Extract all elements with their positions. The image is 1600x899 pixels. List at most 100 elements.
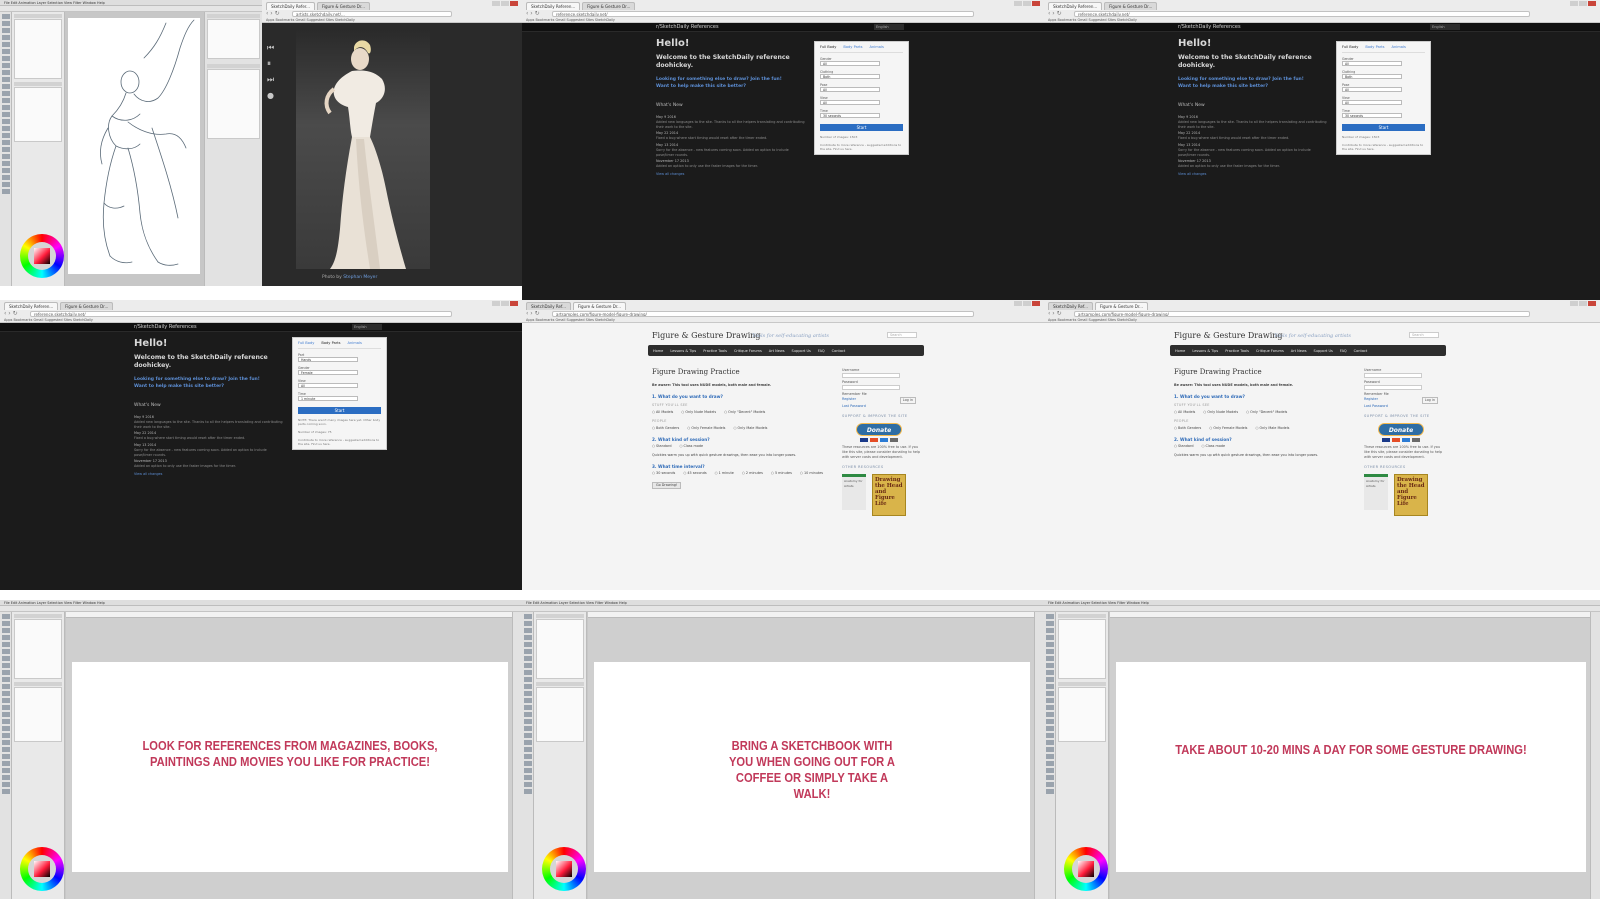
- radio-female[interactable]: Only Female Models: [687, 426, 725, 431]
- view-select[interactable]: All: [298, 383, 358, 388]
- nav-contact[interactable]: Contact: [1354, 349, 1368, 353]
- right-panel[interactable]: [1590, 612, 1600, 899]
- tip-canvas[interactable]: BRING A SKETCHBOOK WITH YOU WHEN GOING O…: [594, 662, 1030, 872]
- time-select[interactable]: 30 seconds: [820, 113, 880, 118]
- search-input[interactable]: Search: [887, 332, 917, 338]
- nav-support[interactable]: Support Us: [1314, 349, 1333, 353]
- browser-tab[interactable]: SketchDaily Ref...: [526, 302, 571, 310]
- tab-full-body[interactable]: Full Body: [298, 341, 314, 345]
- time-select[interactable]: 30 seconds: [1342, 113, 1402, 118]
- layer-panel[interactable]: [207, 69, 260, 139]
- nav-arrows-icon[interactable]: ‹ › ↻: [526, 11, 540, 17]
- nav-lessons[interactable]: Lessons & Tips: [1192, 349, 1218, 353]
- radio-all-models[interactable]: All Models: [1174, 410, 1195, 415]
- browser-tab[interactable]: Figure & Gesture Dr...: [1104, 2, 1158, 10]
- tool-properties[interactable]: [14, 87, 62, 142]
- address-bar[interactable]: artists.sketchdaily.net/...: [292, 11, 452, 17]
- help-link[interactable]: Want to help make this site better?: [656, 84, 746, 89]
- help-link[interactable]: Want to help make this site better?: [1178, 84, 1268, 89]
- radio-1m[interactable]: 1 minute: [715, 471, 734, 476]
- sketch-canvas[interactable]: [68, 18, 200, 274]
- tool-properties[interactable]: [536, 687, 584, 742]
- nav-arrows-icon[interactable]: ‹ › ↻: [526, 311, 540, 317]
- clothing-select[interactable]: Both: [820, 74, 880, 79]
- radio-45s[interactable]: 45 seconds: [683, 471, 706, 476]
- radio-class-mode[interactable]: Class mode: [1201, 444, 1226, 449]
- time-select[interactable]: 1 minute: [298, 396, 358, 401]
- nav-art-news[interactable]: Art News: [769, 349, 785, 353]
- radio-nude-models[interactable]: Only Nude Models: [681, 410, 716, 415]
- nav-faq[interactable]: FAQ: [1340, 349, 1347, 353]
- book-cover[interactable]: Drawing the Head and Figure Life: [1394, 474, 1428, 516]
- tool-palette[interactable]: [1044, 612, 1056, 899]
- username-input[interactable]: [842, 373, 900, 378]
- view-select[interactable]: All: [820, 100, 880, 105]
- nav-practice-tools[interactable]: Practice Tools: [703, 349, 727, 353]
- search-input[interactable]: Search: [1409, 332, 1439, 338]
- tool-properties[interactable]: [1058, 687, 1106, 742]
- start-button[interactable]: Start: [1342, 124, 1425, 131]
- radio-nude-models[interactable]: Only Nude Models: [1203, 410, 1238, 415]
- address-bar[interactable]: reference.sketchdaily.net/: [552, 11, 974, 17]
- bookmarks-bar[interactable]: Apps Bookmarks Gmail Suggested Sites Ske…: [1048, 318, 1596, 322]
- nav-arrows-icon[interactable]: ‹ › ↻: [4, 311, 18, 317]
- site-logo[interactable]: Figure & Gesture Drawing: [652, 331, 761, 340]
- radio-female[interactable]: Only Female Models: [1209, 426, 1247, 431]
- bookmarks-bar[interactable]: Apps Bookmarks Gmail Suggested Sites Ske…: [526, 18, 1040, 22]
- brush-panel[interactable]: [1056, 612, 1109, 899]
- tab-body-parts[interactable]: Body Parts: [843, 45, 862, 49]
- bookmarks-bar[interactable]: Apps Bookmarks Gmail Suggested Sites Ske…: [1048, 18, 1596, 22]
- language-select[interactable]: English: [1430, 24, 1460, 30]
- radio-standard[interactable]: Standard: [1174, 444, 1193, 449]
- tab-full-body[interactable]: Full Body: [1342, 45, 1358, 49]
- tab-full-body[interactable]: Full Body: [820, 45, 836, 49]
- language-select[interactable]: English: [352, 324, 382, 330]
- browser-tab[interactable]: Figure & Gesture Dr...: [582, 2, 636, 10]
- nav-critique[interactable]: Critique Forums: [1256, 349, 1284, 353]
- lost-password-link[interactable]: Lost Password: [842, 404, 922, 409]
- nav-arrows-icon[interactable]: ‹ › ↻: [1048, 311, 1062, 317]
- pose-select[interactable]: All: [820, 87, 880, 92]
- radio-male[interactable]: Only Male Models: [733, 426, 768, 431]
- tool-properties[interactable]: [14, 687, 62, 742]
- nav-arrows-icon[interactable]: ‹ › ↻: [1048, 11, 1062, 17]
- start-button[interactable]: Start: [820, 124, 903, 131]
- photographer-link[interactable]: Stephan Meyer: [343, 275, 377, 280]
- brush-list[interactable]: [14, 19, 62, 79]
- nav-home[interactable]: Home: [1175, 349, 1185, 353]
- radio-10m[interactable]: 10 minutes: [800, 471, 823, 476]
- tab-animals[interactable]: Animals: [870, 45, 884, 49]
- radio-standard[interactable]: Standard: [652, 444, 671, 449]
- username-input[interactable]: [1364, 373, 1422, 378]
- window-controls[interactable]: [1014, 1, 1040, 6]
- nav-critique[interactable]: Critique Forums: [734, 349, 762, 353]
- previous-icon[interactable]: ⏮: [267, 43, 274, 53]
- tip-canvas[interactable]: LOOK FOR REFERENCES FROM MAGAZINES, BOOK…: [72, 662, 508, 872]
- gender-select[interactable]: All: [820, 61, 880, 66]
- login-button[interactable]: Log in: [899, 397, 916, 404]
- brush-panel[interactable]: [534, 612, 587, 899]
- browser-tab[interactable]: SketchDaily Ref...: [1048, 302, 1093, 310]
- browser-tab[interactable]: SketchDaily Refer...: [266, 2, 315, 10]
- help-link[interactable]: Want to help make this site better?: [134, 384, 224, 389]
- nav-faq[interactable]: FAQ: [818, 349, 825, 353]
- right-panel[interactable]: [1034, 612, 1044, 899]
- address-bar[interactable]: reference.sketchdaily.net/: [1074, 11, 1530, 17]
- bookmarks-bar[interactable]: Apps Bookmarks Gmail Suggested Sites Ske…: [526, 318, 1040, 322]
- color-wheel[interactable]: [20, 847, 64, 891]
- book-cover[interactable]: Anatomy for Artists: [842, 474, 866, 510]
- right-panel[interactable]: [512, 612, 522, 899]
- navigator[interactable]: [207, 19, 260, 59]
- password-input[interactable]: [1364, 385, 1422, 390]
- stop-icon[interactable]: ●: [267, 91, 274, 100]
- brush-list[interactable]: [1058, 619, 1106, 679]
- brush-panel[interactable]: [12, 12, 65, 286]
- color-wheel[interactable]: [20, 234, 64, 278]
- window-controls[interactable]: [1570, 301, 1596, 306]
- clothing-select[interactable]: Both: [1342, 74, 1402, 79]
- tab-animals[interactable]: Animals: [348, 341, 362, 345]
- right-panel[interactable]: [204, 12, 262, 286]
- window-controls[interactable]: [1570, 1, 1596, 6]
- window-controls[interactable]: [492, 301, 518, 306]
- browser-tab[interactable]: SketchDaily Referen...: [1048, 2, 1103, 10]
